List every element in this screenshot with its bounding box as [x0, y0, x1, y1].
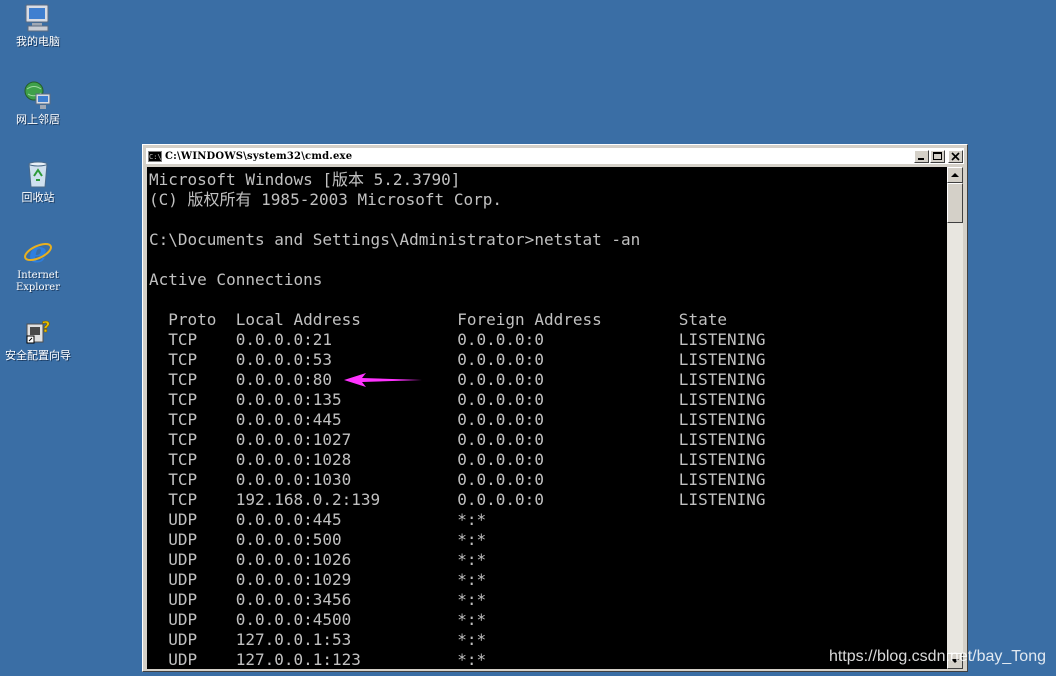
desktop-icon-label: 我的电脑: [16, 35, 60, 48]
maximize-icon: [933, 151, 942, 160]
annotation-arrow-icon: [344, 373, 422, 387]
internet-explorer-icon: e: [24, 236, 52, 268]
scroll-thumb[interactable]: [947, 183, 963, 223]
svg-text:?: ?: [42, 318, 51, 336]
watermark: https://blog.csdn.net/bay_Tong: [828, 648, 1046, 665]
network-icon: [24, 81, 51, 109]
desktop-icon-label: 网上邻居: [16, 113, 60, 126]
console-output[interactable]: Microsoft Windows [版本 5.2.3790] (C) 版权所有…: [147, 167, 947, 669]
title-bar[interactable]: C:\ C:\WINDOWS\system32\cmd.exe: [146, 148, 964, 164]
maximize-button[interactable]: [930, 149, 945, 163]
desktop-icon-internet-explorer[interactable]: e Internet Explorer: [0, 236, 76, 294]
recycle-bin-icon: [28, 161, 48, 188]
desktop-icon-label: 安全配置向导: [5, 349, 71, 362]
close-icon: [951, 151, 960, 161]
desktop-icon-recycle-bin[interactable]: 回收站: [0, 158, 76, 204]
scroll-up-button[interactable]: [947, 167, 963, 183]
console-text: Microsoft Windows [版本 5.2.3790] (C) 版权所有…: [149, 170, 766, 669]
minimize-icon: [918, 157, 924, 160]
computer-icon: [25, 4, 49, 32]
scroll-up-icon: [951, 173, 959, 177]
minimize-button[interactable]: [914, 149, 929, 163]
desktop-icon-my-computer[interactable]: 我的电脑: [0, 2, 76, 48]
vertical-scrollbar[interactable]: [947, 167, 963, 669]
cmd-window[interactable]: C:\ C:\WINDOWS\system32\cmd.exe Microsof…: [142, 144, 968, 672]
svg-text:e: e: [29, 236, 47, 268]
desktop-icon-network[interactable]: 网上邻居: [0, 80, 76, 126]
window-title: C:\WINDOWS\system32\cmd.exe: [165, 150, 353, 162]
close-button[interactable]: [948, 149, 963, 163]
desktop-icon-label: 回收站: [21, 191, 55, 204]
desktop-icon-security-wizard[interactable]: ? 安全配置向导: [0, 316, 76, 362]
desktop-icon-label: Internet Explorer: [15, 270, 61, 293]
security-wizard-icon: ?: [26, 318, 51, 344]
cmd-app-icon[interactable]: C:\: [148, 150, 162, 162]
